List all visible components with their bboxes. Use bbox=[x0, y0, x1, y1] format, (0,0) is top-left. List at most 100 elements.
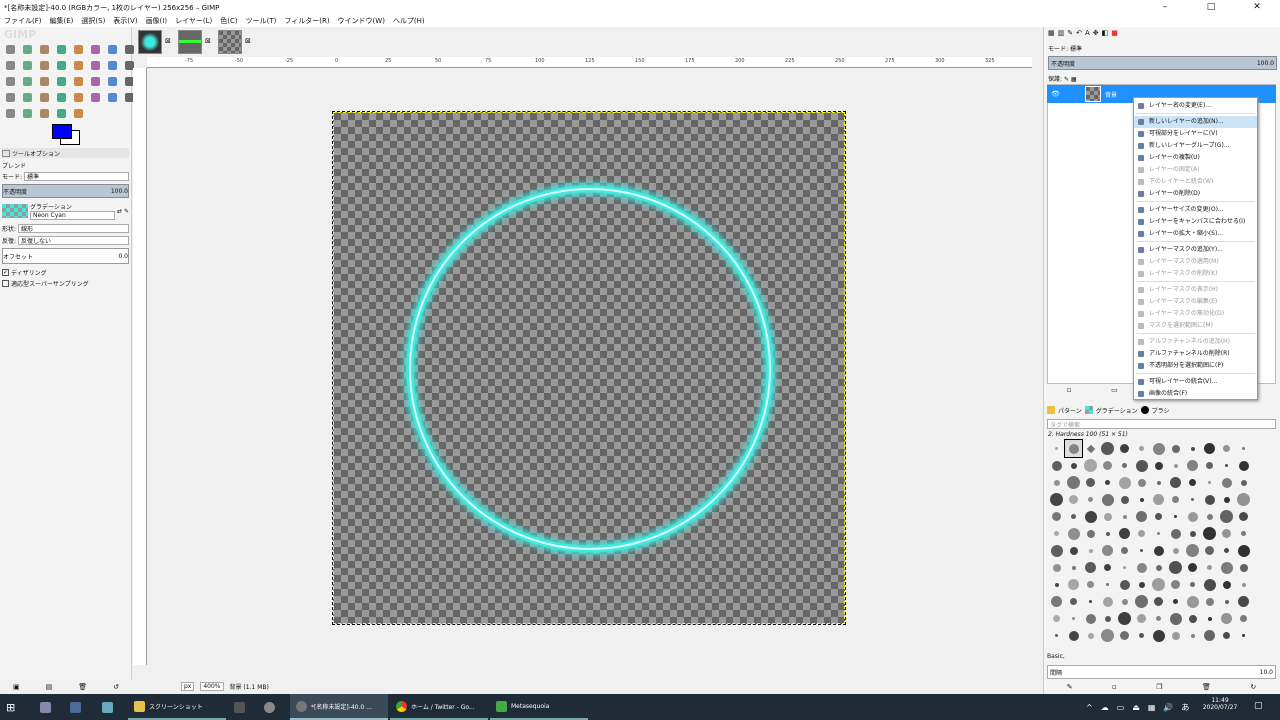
brush-preset-icon[interactable] bbox=[1116, 593, 1133, 610]
brush-preset-icon[interactable] bbox=[1218, 491, 1235, 508]
image-canvas[interactable] bbox=[332, 111, 846, 625]
brush-preset-icon[interactable] bbox=[1133, 542, 1150, 559]
notification-icon[interactable]: ▢ bbox=[1254, 701, 1263, 711]
menu-item[interactable]: 編集(E) bbox=[46, 14, 78, 27]
brush-preset-icon[interactable] bbox=[1048, 491, 1065, 508]
flip-tool-icon[interactable] bbox=[70, 74, 86, 89]
brush-preset-icon[interactable] bbox=[1184, 627, 1201, 644]
brush-preset-icon[interactable] bbox=[1150, 474, 1167, 491]
brush-preset-icon[interactable] bbox=[1133, 593, 1150, 610]
blend-tool-icon[interactable] bbox=[19, 90, 35, 105]
menu-item[interactable]: 画像(I) bbox=[142, 14, 172, 27]
brush-preset-icon[interactable] bbox=[1116, 576, 1133, 593]
brush-preset-icon[interactable] bbox=[1116, 542, 1133, 559]
brush-preset-icon[interactable] bbox=[1133, 559, 1150, 576]
brush-preset-icon[interactable] bbox=[1184, 508, 1201, 525]
brush-preset-icon[interactable] bbox=[1218, 610, 1235, 627]
gradient-name-field[interactable]: Neon Cyan bbox=[30, 211, 115, 220]
brush-preset-icon[interactable] bbox=[1048, 440, 1065, 457]
brush-preset-icon[interactable] bbox=[1082, 627, 1099, 644]
brush-preset-icon[interactable] bbox=[1065, 508, 1082, 525]
brush-preset-icon[interactable] bbox=[1201, 576, 1218, 593]
brush-preset-icon[interactable] bbox=[1218, 559, 1235, 576]
perspective-clone-tool-icon[interactable] bbox=[36, 106, 52, 121]
edit-gradient-icon[interactable]: ✎ bbox=[124, 208, 129, 215]
brush-preset-icon[interactable] bbox=[1167, 542, 1184, 559]
eraser-tool-icon[interactable] bbox=[70, 90, 86, 105]
edit-brush-icon[interactable]: ✎ bbox=[1067, 683, 1073, 693]
opacity-slider[interactable]: 不透明度 100.0 bbox=[2, 184, 129, 198]
brush-preset-icon[interactable] bbox=[1082, 610, 1099, 627]
tab-patterns[interactable]: パターン bbox=[1058, 406, 1082, 415]
context-menu-item[interactable]: アルファチャンネルの削除(R) bbox=[1134, 348, 1257, 360]
brush-preset-icon[interactable] bbox=[1099, 508, 1116, 525]
brush-preset-icon[interactable] bbox=[1082, 508, 1099, 525]
chevron-up-icon[interactable]: ^ bbox=[1086, 703, 1093, 712]
brush-preset-icon[interactable] bbox=[1218, 576, 1235, 593]
context-menu-item[interactable]: 画像の統合(F) bbox=[1134, 388, 1257, 400]
colors-tab-icon[interactable]: ◧ bbox=[1102, 29, 1109, 37]
context-menu-item[interactable]: 不透明部分を選択範囲に(P) bbox=[1134, 360, 1257, 372]
brush-preset-icon[interactable] bbox=[1048, 593, 1065, 610]
brush-preset-icon[interactable] bbox=[1064, 439, 1083, 458]
align-tool-icon[interactable] bbox=[70, 58, 86, 73]
fuzzy-select-tool-icon[interactable] bbox=[53, 42, 69, 57]
brush-preset-icon[interactable] bbox=[1150, 593, 1167, 610]
brush-preset-icon[interactable] bbox=[1201, 627, 1218, 644]
color-picker-tool-icon[interactable] bbox=[2, 58, 18, 73]
brush-tab-icon[interactable] bbox=[1140, 406, 1149, 414]
brush-preset-icon[interactable] bbox=[1082, 491, 1099, 508]
brush-preset-icon[interactable] bbox=[1150, 491, 1167, 508]
brush-preset-icon[interactable] bbox=[1235, 593, 1252, 610]
repeat-select[interactable]: 反復しない bbox=[18, 235, 129, 245]
brush-preset-icon[interactable] bbox=[1133, 491, 1150, 508]
delete-brush-icon[interactable]: 🗑 bbox=[1202, 683, 1211, 693]
brush-preset-icon[interactable] bbox=[1065, 525, 1082, 542]
brush-preset-icon[interactable] bbox=[1201, 610, 1218, 627]
brush-preset-icon[interactable] bbox=[1218, 542, 1235, 559]
usb-icon[interactable]: ⏏ bbox=[1132, 703, 1140, 712]
context-menu-item[interactable]: レイヤーの削除(D) bbox=[1134, 188, 1257, 200]
brush-spacing-slider[interactable]: 間隔 10.0 bbox=[1047, 665, 1276, 679]
media-button[interactable] bbox=[228, 694, 251, 720]
brush-preset-icon[interactable] bbox=[1184, 593, 1201, 610]
brush-preset-icon[interactable] bbox=[1065, 559, 1082, 576]
brush-preset-icon[interactable] bbox=[1150, 610, 1167, 627]
context-menu-item[interactable]: 新しいレイヤーグループ(G)... bbox=[1134, 140, 1257, 152]
brush-preset-icon[interactable] bbox=[1048, 542, 1065, 559]
reverse-icon[interactable]: ⇄ bbox=[117, 208, 122, 215]
brush-preset-icon[interactable] bbox=[1167, 491, 1184, 508]
menu-item[interactable]: フィルター(R) bbox=[280, 14, 333, 27]
brush-preset-icon[interactable] bbox=[1235, 542, 1252, 559]
ime-icon[interactable]: あ bbox=[1181, 702, 1189, 713]
brush-preset-icon[interactable] bbox=[1099, 559, 1116, 576]
taskbar-item-metasequoia[interactable]: Metasequoia bbox=[490, 694, 588, 720]
context-menu-item[interactable]: レイヤーをキャンバスに合わせる(I) bbox=[1134, 216, 1257, 228]
brush-preset-icon[interactable] bbox=[1167, 610, 1184, 627]
text-tab-icon[interactable]: A bbox=[1085, 29, 1090, 37]
brush-preset-icon[interactable] bbox=[1065, 474, 1082, 491]
paths-tab-icon[interactable]: ✎ bbox=[1067, 29, 1073, 37]
undo-tab-icon[interactable]: ↶ bbox=[1076, 29, 1082, 37]
save-options-icon[interactable]: ▣ bbox=[13, 683, 20, 691]
brush-preset-icon[interactable] bbox=[1065, 593, 1082, 610]
brush-preset-icon[interactable] bbox=[1150, 508, 1167, 525]
layer-name[interactable]: 背景 bbox=[1105, 90, 1117, 99]
brush-preset-icon[interactable] bbox=[1201, 491, 1218, 508]
network-icon[interactable]: ▦ bbox=[1148, 703, 1156, 712]
brush-preset-icon[interactable] bbox=[1099, 440, 1116, 457]
brush-preset-icon[interactable] bbox=[1218, 525, 1235, 542]
airbrush-tool-icon[interactable] bbox=[87, 90, 103, 105]
context-menu-item[interactable]: 可視レイヤーの統合(V)... bbox=[1134, 376, 1257, 388]
brush-preset-icon[interactable] bbox=[1133, 576, 1150, 593]
brush-preset-icon[interactable] bbox=[1116, 491, 1133, 508]
brush-preset-icon[interactable] bbox=[1235, 474, 1252, 491]
context-menu-item[interactable]: レイヤーの複製(U) bbox=[1134, 152, 1257, 164]
menu-item[interactable]: レイヤー(L) bbox=[171, 14, 216, 27]
brush-preset-icon[interactable] bbox=[1065, 576, 1082, 593]
smudge-tool-icon[interactable] bbox=[70, 106, 86, 121]
brush-preset-icon[interactable] bbox=[1099, 593, 1116, 610]
brush-preset-icon[interactable] bbox=[1133, 440, 1150, 457]
brush-preset-icon[interactable] bbox=[1048, 559, 1065, 576]
close-button[interactable]: ✕ bbox=[1234, 0, 1280, 14]
